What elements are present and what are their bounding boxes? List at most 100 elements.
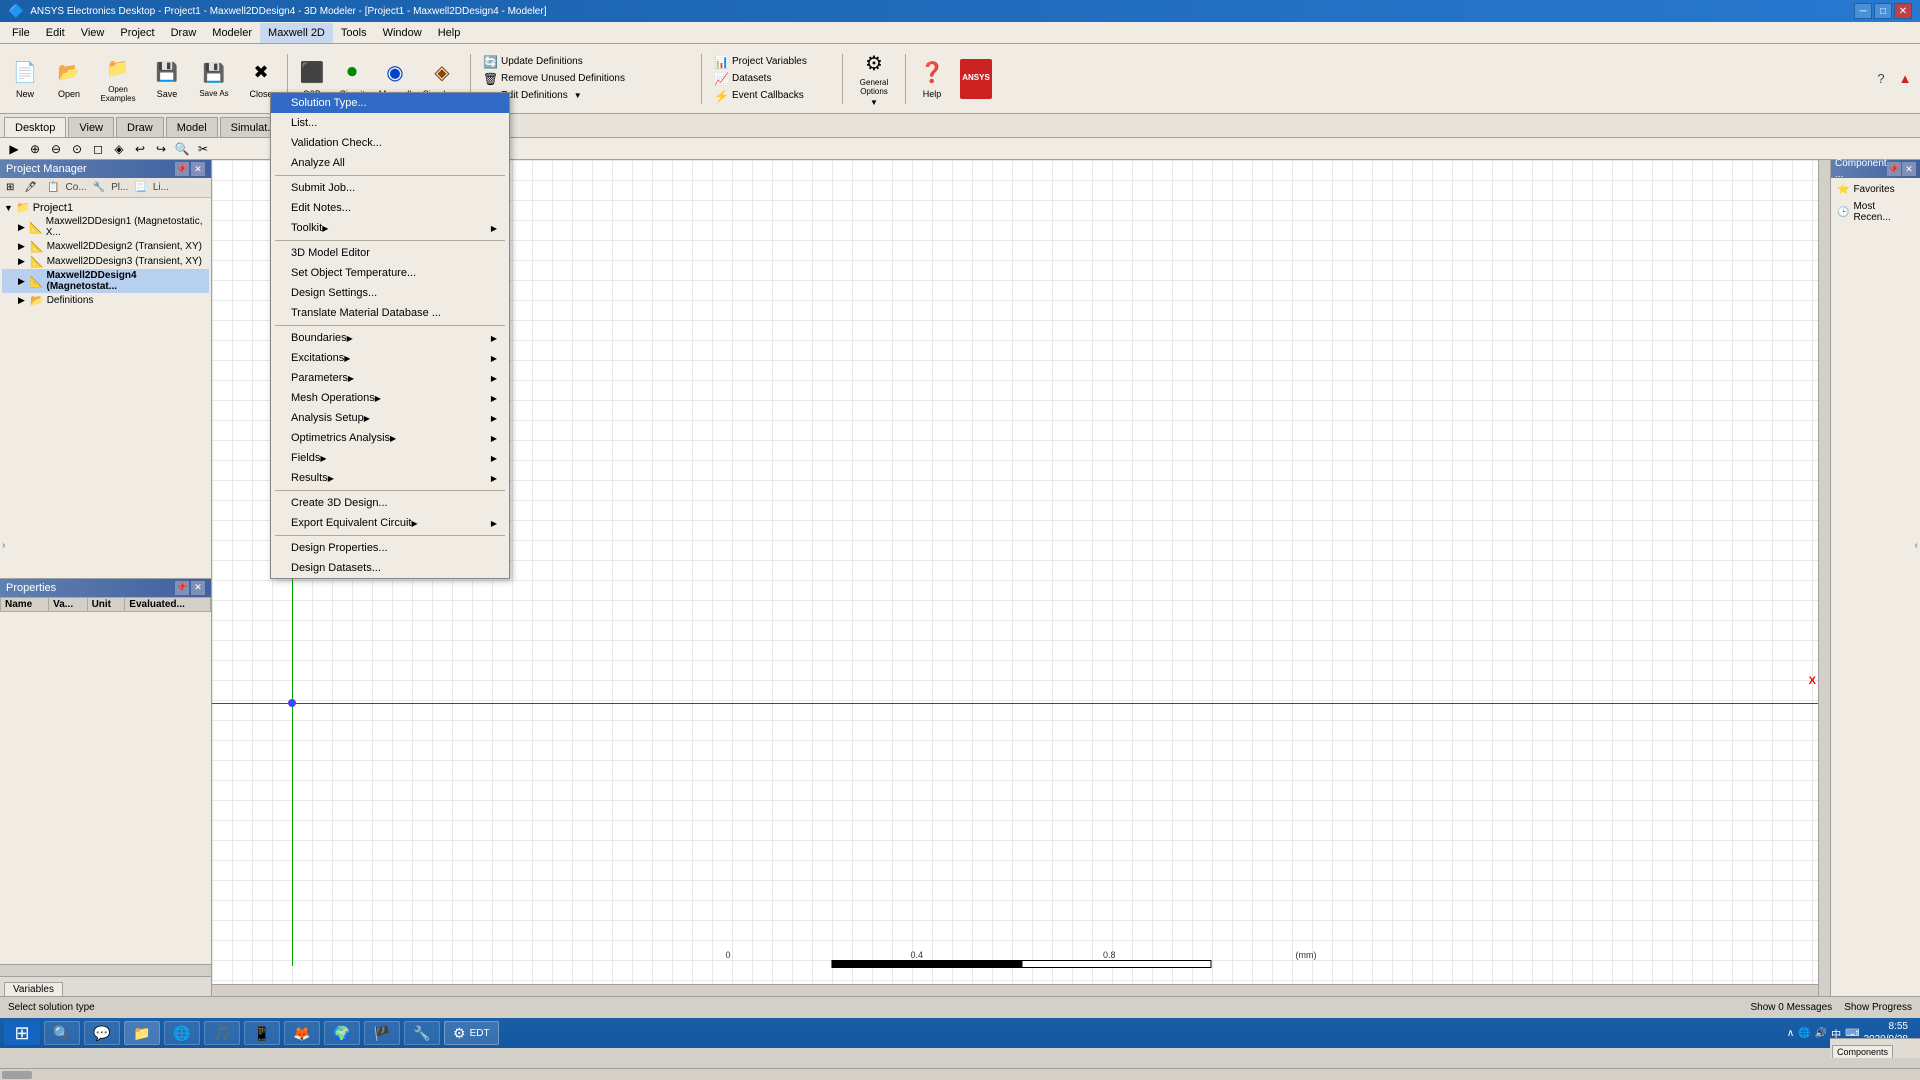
edit-definitions-button[interactable]: ✏ Edit Definitions ▼	[480, 88, 692, 104]
tb2-btn-1[interactable]: ▶	[4, 140, 24, 158]
menu-fields[interactable]: Fields ▶	[271, 448, 509, 468]
menu-mesh-operations[interactable]: Mesh Operations ▶	[271, 388, 509, 408]
tree-item-definitions[interactable]: ▶ 📂 Definitions	[2, 293, 209, 308]
systray-arrow[interactable]: ∧	[1787, 1028, 1794, 1039]
datasets-button[interactable]: 📈 Datasets	[711, 71, 833, 87]
start-button[interactable]: ⊞	[4, 1021, 40, 1045]
close-button[interactable]: ✕	[1894, 3, 1912, 19]
save-button[interactable]: 💾 Save	[146, 50, 188, 108]
tree-toolbar-btn-1[interactable]: ⊞	[2, 180, 18, 195]
tb2-btn-4[interactable]: ⊙	[67, 140, 87, 158]
menu-edit[interactable]: Edit	[38, 23, 73, 43]
tb2-btn-7[interactable]: ↩	[130, 140, 150, 158]
menu-submit-job[interactable]: Submit Job...	[271, 178, 509, 198]
canvas-right-scrollbar[interactable]	[1818, 160, 1830, 996]
panel-pin-button[interactable]: 📌	[175, 162, 189, 176]
menu-design-settings[interactable]: Design Settings...	[271, 283, 509, 303]
menu-file[interactable]: File	[4, 23, 38, 43]
ansys-mark-button[interactable]: ▲	[1894, 68, 1916, 90]
help-button[interactable]: ❓ Help	[911, 50, 953, 108]
task-btn-10[interactable]: 🔧	[404, 1021, 440, 1045]
menu-create-3d-design[interactable]: Create 3D Design...	[271, 493, 509, 513]
menu-translate-material[interactable]: Translate Material Database ...	[271, 303, 509, 323]
ansys-button[interactable]: ANSYS	[955, 50, 997, 108]
tb2-btn-5[interactable]: ◻	[88, 140, 108, 158]
task-btn-9[interactable]: 🏴	[364, 1021, 400, 1045]
task-btn-3[interactable]: 📁	[124, 1021, 160, 1045]
menu-design-datasets[interactable]: Design Datasets...	[271, 558, 509, 578]
tree-item-project1[interactable]: ▼ 📁 Project1	[2, 200, 209, 215]
tab-draw[interactable]: Draw	[116, 117, 164, 137]
tb2-btn-8[interactable]: ↪	[151, 140, 171, 158]
task-btn-4[interactable]: 🌐	[164, 1021, 200, 1045]
menu-design-properties[interactable]: Design Properties...	[271, 538, 509, 558]
menu-validation-check[interactable]: Validation Check...	[271, 133, 509, 153]
remove-unused-definitions-button[interactable]: 🗑 Remove Unused Definitions	[480, 71, 692, 87]
menu-list[interactable]: List...	[271, 113, 509, 133]
task-btn-8[interactable]: 🌍	[324, 1021, 360, 1045]
context-help-button[interactable]: ?	[1870, 68, 1892, 90]
tree-item-design2[interactable]: ▶ 📐 Maxwell2DDesign2 (Transient, XY)	[2, 239, 209, 254]
general-options-button[interactable]: ⚙ General Options ▼	[848, 50, 900, 108]
menu-edit-notes[interactable]: Edit Notes...	[271, 198, 509, 218]
canvas-bottom-scrollbar[interactable]	[212, 984, 1818, 996]
tab-view[interactable]: View	[68, 117, 114, 137]
comp-panel-close-button[interactable]: ✕	[1902, 162, 1916, 176]
task-btn-7[interactable]: 🦊	[284, 1021, 320, 1045]
menu-view[interactable]: View	[73, 23, 113, 43]
show-messages-button[interactable]: Show 0 Messages	[1750, 1002, 1832, 1013]
comp-panel-pin-button[interactable]: 📌	[1887, 162, 1901, 176]
menu-modeler[interactable]: Modeler	[204, 23, 260, 43]
tab-desktop[interactable]: Desktop	[4, 117, 66, 137]
tab-components[interactable]: Components	[1832, 1045, 1893, 1058]
task-btn-5[interactable]: 🎵	[204, 1021, 240, 1045]
event-callbacks-button[interactable]: ⚡ Event Callbacks	[711, 88, 833, 104]
show-progress-button[interactable]: Show Progress	[1844, 1002, 1912, 1013]
tb2-btn-10[interactable]: ✂	[193, 140, 213, 158]
tree-item-design3[interactable]: ▶ 📐 Maxwell2DDesign3 (Transient, XY)	[2, 254, 209, 269]
menu-parameters[interactable]: Parameters ▶	[271, 368, 509, 388]
menu-set-object-temperature[interactable]: Set Object Temperature...	[271, 263, 509, 283]
open-examples-button[interactable]: 📁 Open Examples	[92, 50, 144, 108]
tree-toolbar-btn-3[interactable]: 📋	[43, 180, 63, 195]
menu-solution-type[interactable]: Solution Type...	[271, 93, 509, 113]
tb2-btn-9[interactable]: 🔍	[172, 140, 192, 158]
task-btn-2[interactable]: 💬	[84, 1021, 120, 1045]
menu-toolkit[interactable]: Toolkit ▶	[271, 218, 509, 238]
task-btn-1[interactable]: 🔍	[44, 1021, 80, 1045]
tab-variables[interactable]: Variables	[4, 982, 63, 996]
project-variables-button[interactable]: 📊 Project Variables	[711, 54, 833, 70]
menu-analyze-all[interactable]: Analyze All	[271, 153, 509, 173]
props-pin-button[interactable]: 📌	[175, 581, 189, 595]
tree-item-design4[interactable]: ▶ 📐 Maxwell2DDesign4 (Magnetostat...	[2, 269, 209, 293]
open-button[interactable]: 📂 Open	[48, 50, 90, 108]
tab-model[interactable]: Model	[166, 117, 218, 137]
props-close-button[interactable]: ✕	[191, 581, 205, 595]
panel-close-button[interactable]: ✕	[191, 162, 205, 176]
comp-recent[interactable]: 🕒 Most Recen...	[1835, 199, 1916, 225]
update-definitions-button[interactable]: 🔄 Update Definitions	[480, 54, 692, 70]
save-as-button[interactable]: 💾 Save As	[190, 50, 238, 108]
tree-toolbar-btn-2[interactable]: 🖊	[20, 180, 41, 195]
tree-item-design1[interactable]: ▶ 📐 Maxwell2DDesign1 (Magnetostatic, X..…	[2, 215, 209, 239]
tree-toolbar-btn-5[interactable]: 📃	[130, 180, 150, 195]
menu-boundaries[interactable]: Boundaries ▶	[271, 328, 509, 348]
menu-help[interactable]: Help	[430, 23, 469, 43]
menu-project[interactable]: Project	[112, 23, 162, 43]
minimize-button[interactable]: ─	[1854, 3, 1872, 19]
menu-results[interactable]: Results ▶	[271, 468, 509, 488]
tb2-btn-2[interactable]: ⊕	[25, 140, 45, 158]
tree-toolbar-btn-4[interactable]: 🔧	[89, 180, 109, 195]
task-edt-button[interactable]: ⚙ EDT	[444, 1021, 499, 1045]
tb2-btn-6[interactable]: ◈	[109, 140, 129, 158]
menu-window[interactable]: Window	[375, 23, 430, 43]
task-btn-6[interactable]: 📱	[244, 1021, 280, 1045]
menu-optimetrics[interactable]: Optimetrics Analysis ▶	[271, 428, 509, 448]
menu-analysis-setup[interactable]: Analysis Setup ▶	[271, 408, 509, 428]
menu-excitations[interactable]: Excitations ▶	[271, 348, 509, 368]
comp-favorites[interactable]: ⭐ Favorites	[1835, 182, 1916, 197]
new-button[interactable]: 📄 New	[4, 50, 46, 108]
maximize-button[interactable]: □	[1874, 3, 1892, 19]
menu-3d-model-editor[interactable]: 3D Model Editor	[271, 243, 509, 263]
menu-draw[interactable]: Draw	[163, 23, 205, 43]
